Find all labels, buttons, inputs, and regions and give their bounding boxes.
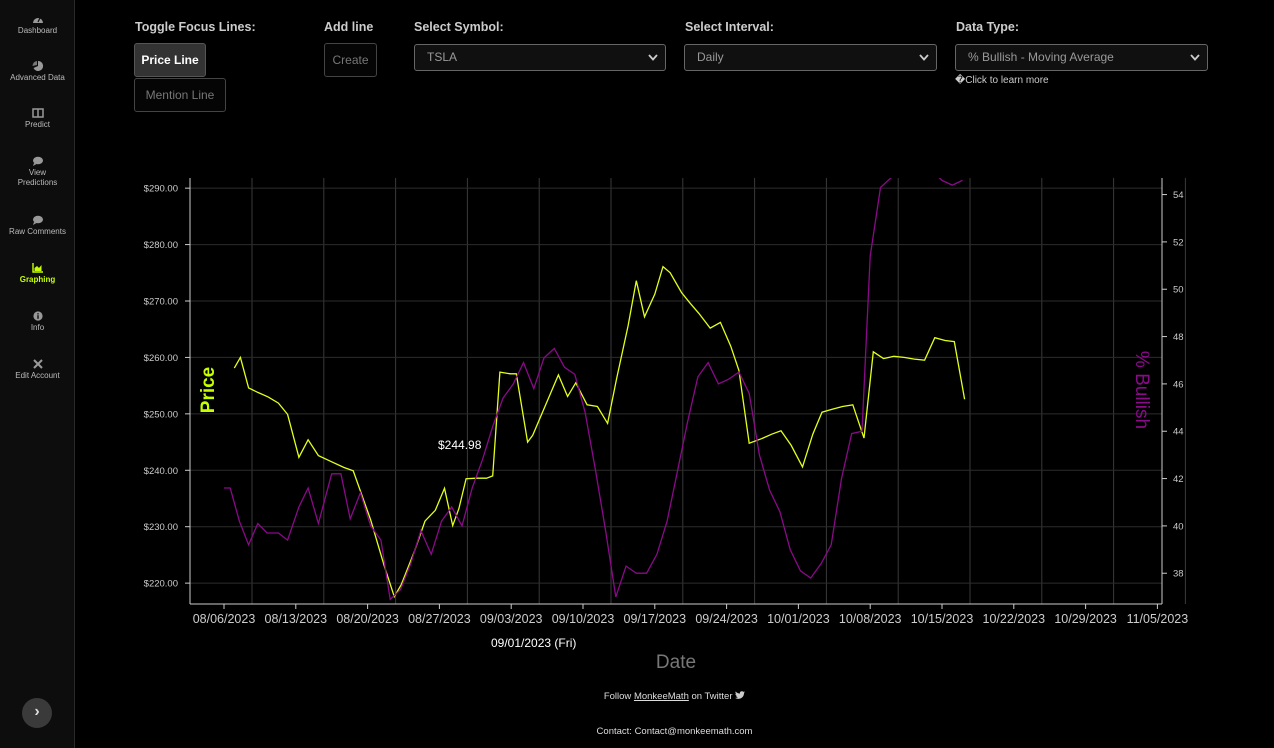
y-left-tick-label: $230.00: [144, 522, 178, 533]
chart-grid: [190, 178, 1186, 604]
x-tick-label: 10/22/2023: [983, 612, 1046, 626]
y-right-tick-label: 50: [1173, 285, 1184, 296]
x-tick-label: 09/24/2023: [695, 612, 758, 626]
follow-prefix: Follow: [603, 691, 634, 702]
y-left-tick-label: $260.00: [144, 353, 178, 364]
y-left-tick-label: $250.00: [144, 409, 178, 420]
price-bullish-chart[interactable]: 08/06/2023 08/13/2023 08/20/2023 08/27/2023…: [0, 0, 1274, 748]
x-tick-label: 08/13/2023: [265, 612, 328, 626]
y-left-tick-label: $240.00: [144, 466, 178, 477]
tooltip-value: $244.98: [438, 438, 482, 452]
y-right-tick-label: 40: [1173, 521, 1184, 532]
twitter-bird-icon[interactable]: [735, 691, 746, 700]
y-right-tick-label: 44: [1173, 427, 1184, 438]
tooltip-date: 09/01/2023 (Fri): [491, 636, 576, 650]
x-tick-label: 10/08/2023: [839, 612, 902, 626]
follow-suffix: on Twitter: [688, 691, 733, 702]
x-tick-label: 10/15/2023: [911, 612, 974, 626]
y-left-axis-label: Price: [198, 367, 219, 413]
x-tick-label: 09/10/2023: [552, 612, 615, 626]
y-right-tick-label: 42: [1173, 474, 1184, 485]
x-tick-label: 09/03/2023: [480, 612, 543, 626]
price-series-line: [233, 265, 966, 599]
x-tick-label: 10/01/2023: [767, 612, 830, 626]
x-tick-label: 08/27/2023: [408, 612, 471, 626]
bullish-series-line: [224, 178, 963, 601]
x-tick-label: 08/20/2023: [336, 612, 399, 626]
x-tick-label: 08/06/2023: [193, 612, 256, 626]
y-right-tick-label: 38: [1173, 569, 1184, 580]
y-left-tick-label: $270.00: [144, 297, 178, 308]
y-right-axis-label: % Bullish: [1131, 351, 1152, 429]
chart-axes: [189, 178, 1163, 605]
y-right-tick-label: 52: [1173, 237, 1184, 248]
y-right-tick-label: 54: [1173, 190, 1184, 201]
x-tick-label: 11/05/2023: [1127, 612, 1189, 626]
y-left-tick-label: $280.00: [144, 240, 178, 251]
footer-follow: Follow MonkeeMath on Twitter: [0, 691, 1274, 702]
y-right-tick-label: 48: [1173, 332, 1184, 343]
x-tick-label: 10/29/2023: [1054, 612, 1117, 626]
y-left-tick-label: $290.00: [144, 184, 178, 195]
monkeemath-twitter-link[interactable]: MonkeeMath: [634, 691, 689, 702]
y-right-tick-label: 46: [1173, 379, 1184, 390]
x-axis-label: Date: [656, 652, 696, 673]
chart-ticks: 08/06/2023 08/13/2023 08/20/2023 08/27/2023…: [144, 184, 1189, 626]
x-tick-label: 09/17/2023: [624, 612, 687, 626]
footer-contact: Contact: Contact@monkeemath.com: [596, 726, 753, 737]
chart-series: [224, 178, 966, 601]
y-left-tick-label: $220.00: [144, 579, 178, 590]
